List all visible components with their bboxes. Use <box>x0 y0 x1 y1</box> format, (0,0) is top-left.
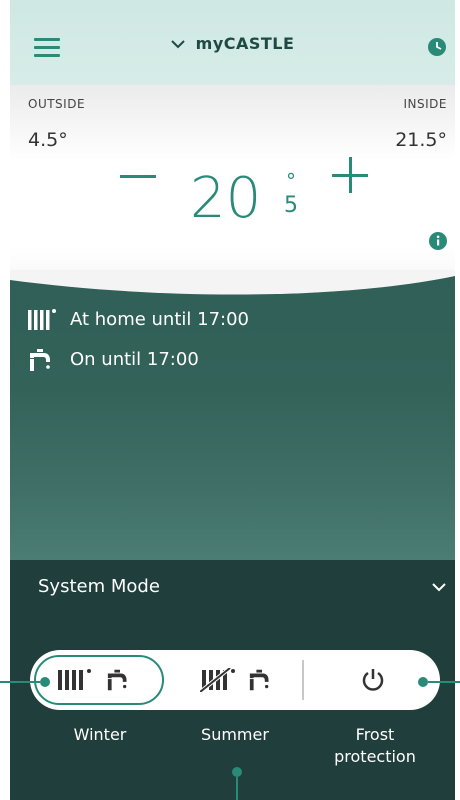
system-mode-title: System Mode <box>38 576 160 597</box>
chevron-down-icon <box>170 39 185 48</box>
chevron-down-icon[interactable] <box>432 582 446 592</box>
inside-temperature: 21.5° <box>395 129 447 151</box>
temperature-panel: OUTSIDE 4.5° INSIDE 21.5° 20 ° 5 <box>10 85 455 300</box>
callout-dot-bottom <box>232 767 242 777</box>
info-icon[interactable] <box>429 232 447 250</box>
tap-icon <box>107 669 127 691</box>
callout-dot-right <box>418 677 428 687</box>
mode-frost-protection-label: Frost protection <box>315 724 435 768</box>
location-selector[interactable]: myCASTLE <box>10 33 455 53</box>
setpoint-degree: ° <box>286 169 296 193</box>
callout-line-left <box>0 681 40 683</box>
status-panel: At home until 17:00 On until 17:00 <box>10 270 455 560</box>
radiator-off-icon <box>200 668 235 692</box>
mode-winter-label: Winter <box>73 725 127 744</box>
mode-frost-protection-button[interactable] <box>320 650 430 710</box>
status-bar-cropped <box>10 0 455 14</box>
setpoint-decimal: 5 <box>284 193 298 218</box>
setpoint-integer: 20 <box>190 166 262 231</box>
heating-status-text: At home until 17:00 <box>70 309 249 330</box>
tap-icon <box>249 669 269 691</box>
clock-icon[interactable] <box>428 38 446 56</box>
mode-summer-button[interactable] <box>190 650 300 710</box>
increase-temperature-button[interactable] <box>332 157 368 193</box>
tap-icon <box>30 349 50 371</box>
power-icon <box>362 669 384 691</box>
radiator-icon <box>58 669 91 690</box>
wave-divider <box>10 270 455 295</box>
radiator-icon <box>28 309 56 330</box>
mode-winter-button[interactable] <box>30 650 170 710</box>
mode-selector <box>30 650 440 710</box>
callout-line-right <box>428 681 460 683</box>
mode-summer-label: Summer <box>201 725 269 744</box>
callout-line-bottom <box>236 777 238 800</box>
system-mode-section: System Mode Winter Summer Frost protecti… <box>10 560 455 800</box>
app-header: myCASTLE <box>10 0 455 85</box>
inside-label: INSIDE <box>403 97 447 111</box>
page-title: myCASTLE <box>195 34 295 53</box>
decrease-temperature-button[interactable] <box>120 175 156 178</box>
mode-divider <box>302 660 304 700</box>
outside-temperature: 4.5° <box>28 129 68 151</box>
callout-dot-left <box>40 677 50 687</box>
outside-label: OUTSIDE <box>28 97 86 111</box>
frost-label-line2: protection <box>334 747 416 766</box>
frost-label-line1: Frost <box>355 725 395 744</box>
hot-water-status-text: On until 17:00 <box>70 349 199 370</box>
app-screen: myCASTLE OUTSIDE 4.5° INSIDE 21.5° 20 ° … <box>10 0 455 800</box>
